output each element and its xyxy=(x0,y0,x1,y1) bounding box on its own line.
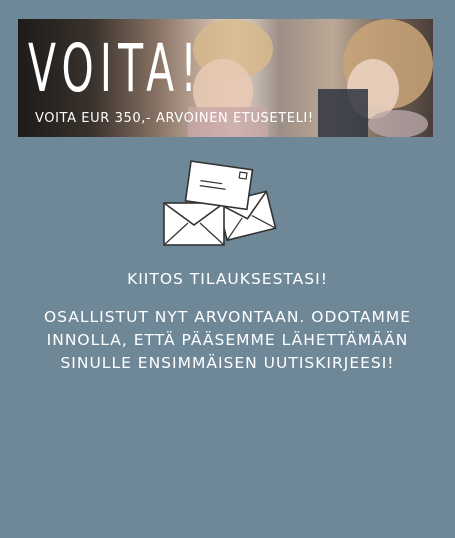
banner-title: VOITA! xyxy=(28,30,203,107)
banner-subtitle: VOITA EUR 350,- ARVOINEN ETUSETELI! xyxy=(35,111,314,126)
promo-banner: VOITA! VOITA EUR 350,- ARVOINEN ETUSETEL… xyxy=(18,19,433,137)
thanks-heading: KIITOS TILAUKSESTASI! xyxy=(127,270,328,288)
envelopes-icon xyxy=(163,160,277,246)
confirmation-message: OSALLISTUT NYT ARVONTAAN. ODOTAMME INNOL… xyxy=(43,308,412,372)
